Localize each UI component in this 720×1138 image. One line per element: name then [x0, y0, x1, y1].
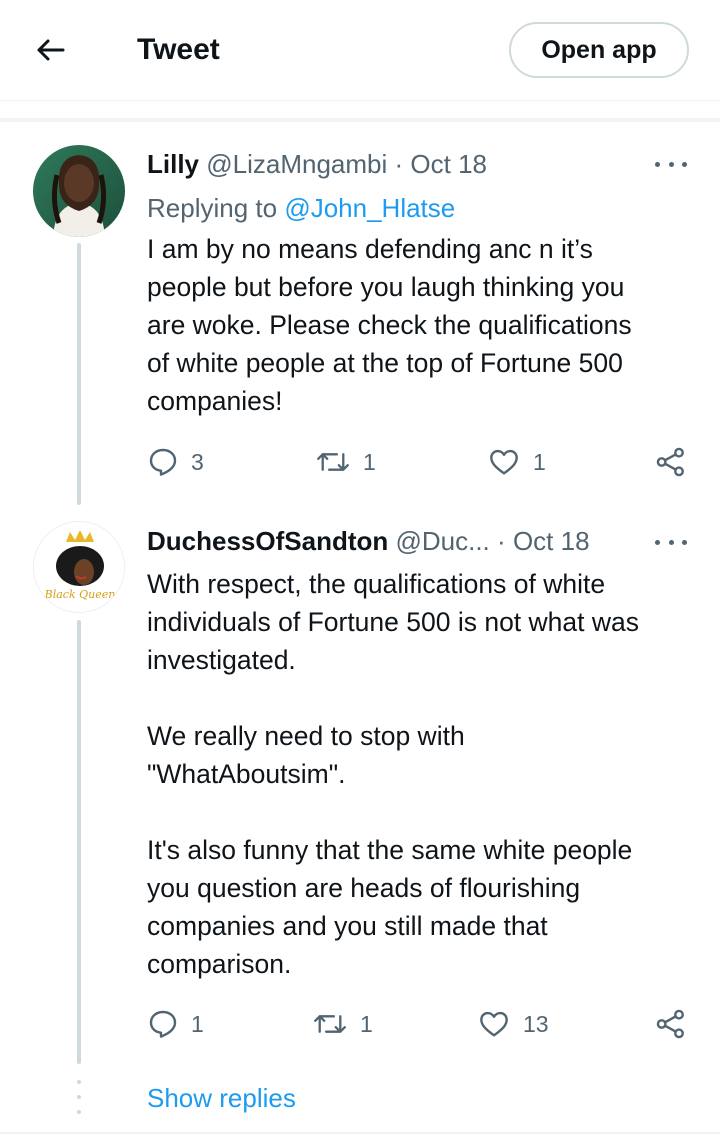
retweet-icon: [317, 453, 349, 471]
retweet-count: 1: [360, 1010, 373, 1037]
tweet-text: I am by no means defending anc n it’s pe…: [147, 234, 632, 416]
divider: [0, 1132, 720, 1134]
avatar[interactable]: [33, 145, 125, 237]
reply-count: 3: [191, 448, 204, 475]
tweet-meta: Lilly @LizaMngambi · Oct 18: [147, 146, 487, 182]
replying-handle-link[interactable]: @John_Hlatse: [284, 193, 455, 223]
tweet-actions: 3 1 1: [147, 442, 692, 482]
author-handle[interactable]: @Duc...: [395, 526, 489, 556]
open-app-button[interactable]: Open app: [509, 22, 689, 78]
like-icon: [480, 1011, 508, 1037]
share-button[interactable]: [655, 442, 687, 482]
replying-label: Replying to: [147, 193, 278, 223]
thread-line: [77, 243, 81, 505]
share-icon: [656, 447, 684, 477]
author-name[interactable]: DuchessOfSandton: [147, 526, 388, 556]
retweet-button[interactable]: 1: [312, 1004, 373, 1044]
retweet-button[interactable]: 1: [315, 442, 376, 482]
tweet-text: With respect, the qualifications of whit…: [147, 569, 639, 979]
replying-to: Replying to @John_Hlatse: [147, 190, 455, 226]
back-arrow-icon: [37, 39, 65, 61]
top-bar: Tweet Open app: [0, 0, 720, 101]
like-button[interactable]: 13: [477, 1004, 549, 1044]
thread-line: [77, 620, 81, 1064]
retweet-icon: [314, 1015, 346, 1033]
share-icon: [656, 1009, 684, 1039]
separator-dot: ·: [394, 149, 404, 179]
avatar[interactable]: Black Queen: [33, 521, 125, 613]
author-name[interactable]: Lilly: [147, 149, 199, 179]
retweet-count: 1: [363, 448, 376, 475]
more-button[interactable]: [655, 154, 687, 174]
more-replies-dots: [77, 1080, 81, 1114]
like-count: 13: [523, 1010, 549, 1037]
tweet-date[interactable]: Oct 18: [410, 149, 487, 179]
like-icon: [490, 449, 518, 475]
show-replies-link[interactable]: Show replies: [147, 1080, 296, 1116]
page-title: Tweet: [137, 33, 220, 66]
divider: [0, 118, 720, 122]
avatar-photo: [33, 145, 125, 237]
avatar-logo-text: Black Queen: [44, 588, 116, 601]
reply-count: 1: [191, 1010, 204, 1037]
author-handle[interactable]: @LizaMngambi: [206, 149, 387, 179]
back-button[interactable]: [30, 30, 70, 70]
tweet-date[interactable]: Oct 18: [513, 526, 590, 556]
reply-button[interactable]: 3: [147, 442, 204, 482]
reply-button[interactable]: 1: [147, 1004, 204, 1044]
reply-icon: [149, 448, 177, 476]
separator-dot: ·: [497, 526, 506, 556]
tweet-meta: DuchessOfSandton @Duc... · Oct 18: [147, 523, 590, 559]
more-button[interactable]: [655, 532, 687, 552]
share-button[interactable]: [655, 1004, 687, 1044]
tweet-actions: 1 1 13: [147, 1004, 692, 1044]
like-button[interactable]: 1: [487, 442, 546, 482]
reply-icon: [149, 1010, 177, 1038]
avatar-logo: Black Queen: [34, 522, 124, 612]
like-count: 1: [533, 448, 546, 475]
more-icon: [655, 161, 660, 167]
more-icon: [655, 539, 660, 545]
